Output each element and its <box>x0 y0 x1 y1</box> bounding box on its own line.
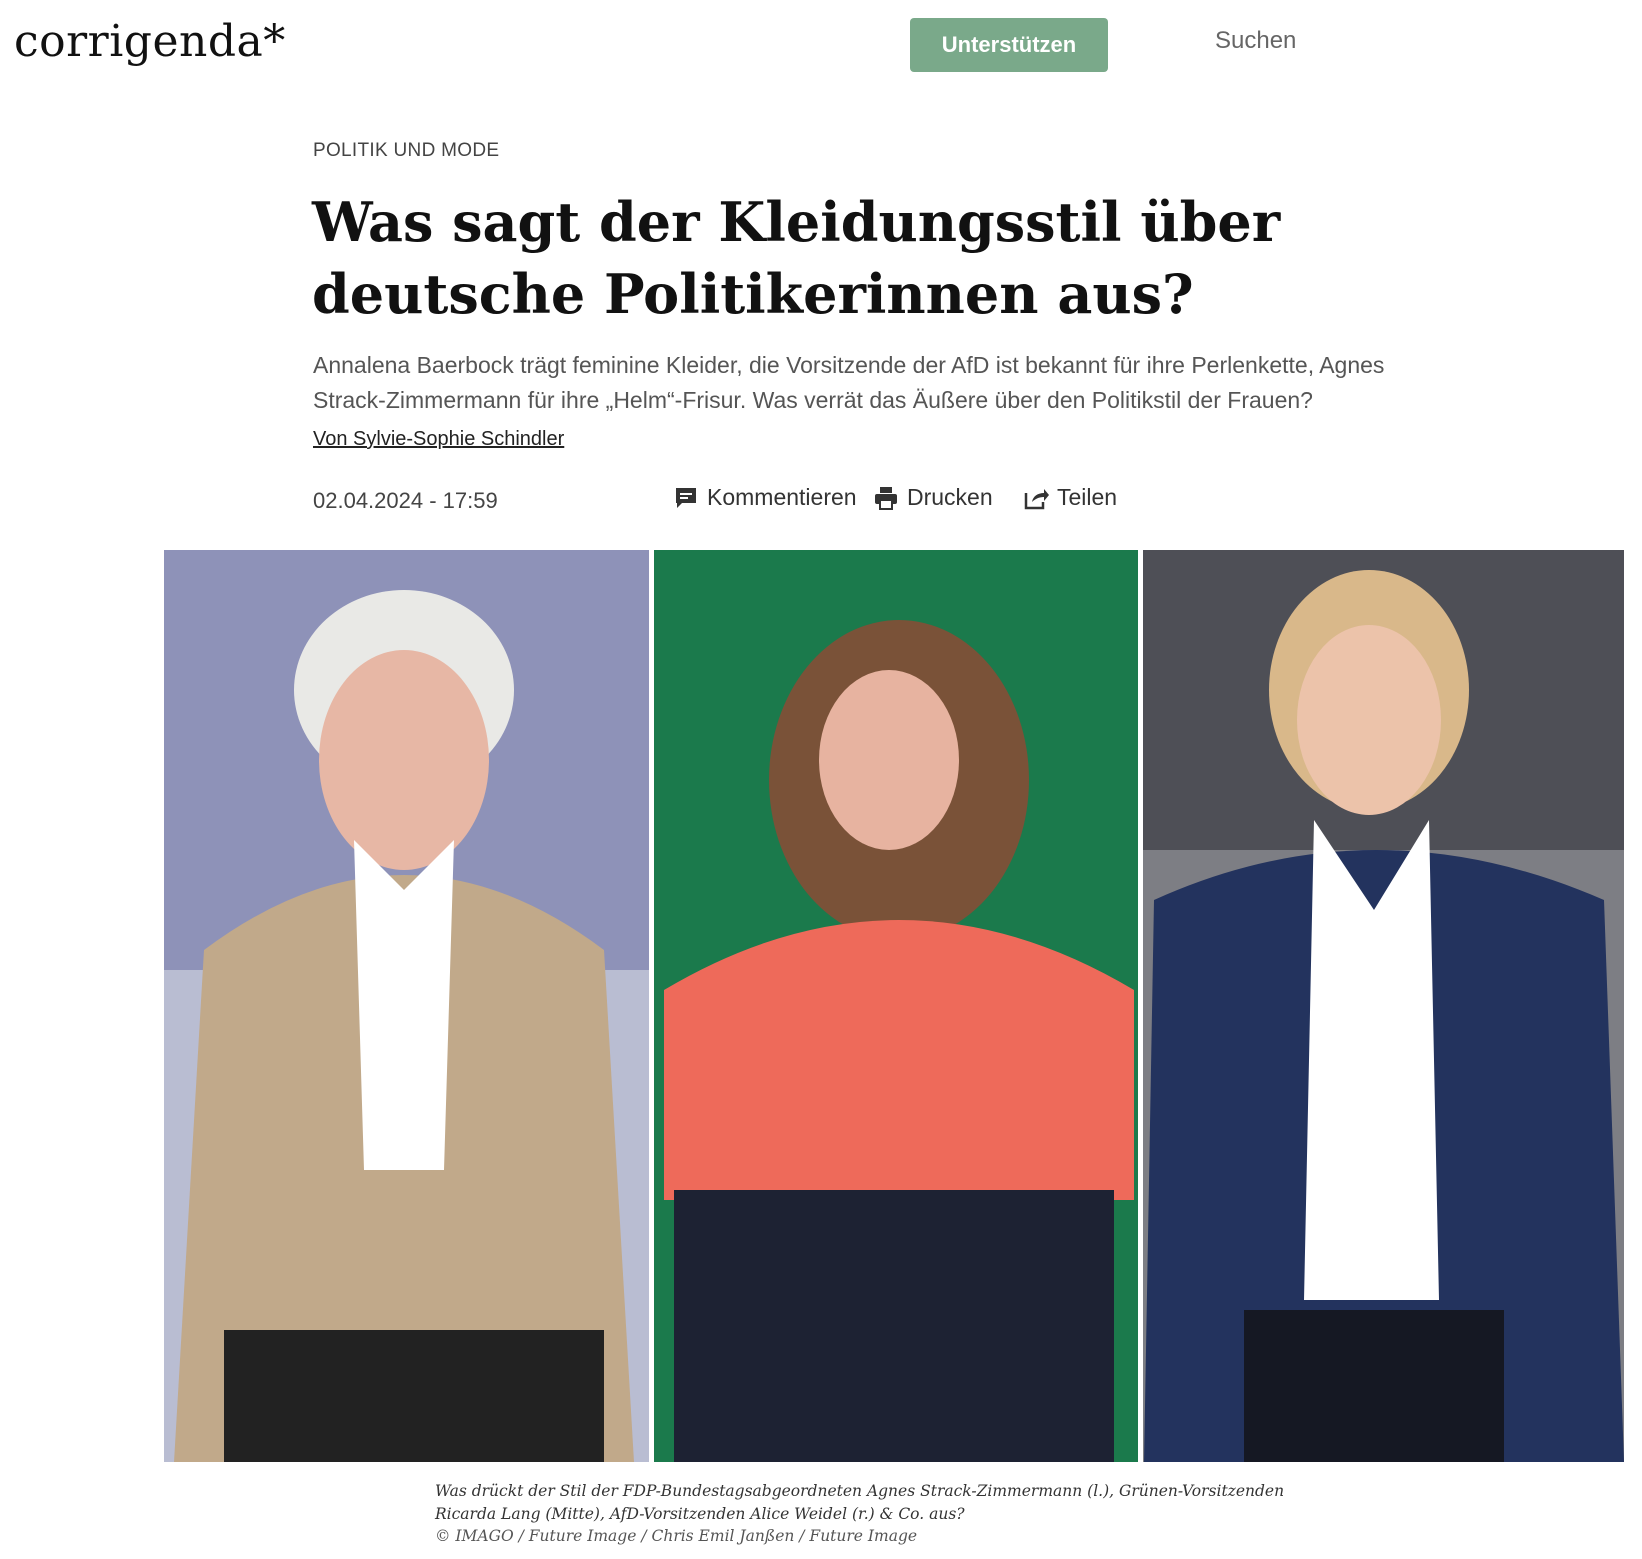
printer-icon <box>873 485 899 511</box>
article-kicker[interactable]: POLITIK UND MODE <box>313 140 499 162</box>
author-byline[interactable]: Von Sylvie-Sophie Schindler <box>313 428 564 451</box>
article-lead: Annalena Baerbock trägt feminine Kleider… <box>313 352 1385 413</box>
portrait-left <box>164 550 649 1462</box>
share-icon <box>1023 485 1049 511</box>
print-label: Drucken <box>907 484 993 510</box>
comment-label: Kommentieren <box>707 484 857 510</box>
comment-icon <box>673 485 699 511</box>
article-headline: Was sagt der Kleidungsstil über deutsche… <box>312 190 1281 326</box>
article-hero-image <box>164 550 1624 1462</box>
article-meta: 02.04.2024 - 17:59 Kommentieren Drucken … <box>313 484 1213 518</box>
publish-date: 02.04.2024 - 17:59 <box>313 488 498 513</box>
search-link[interactable]: Suchen <box>1215 27 1296 55</box>
share-button[interactable]: Teilen <box>1023 484 1117 511</box>
print-button[interactable]: Drucken <box>873 484 993 511</box>
image-caption: Was drückt der Stil der FDP-Bundestagsab… <box>435 1482 1285 1523</box>
site-logo[interactable]: corrigenda* <box>14 10 286 74</box>
support-button[interactable]: Unterstützen <box>910 18 1108 72</box>
image-credit: © IMAGO / Future Image / Chris Emil Janß… <box>435 1527 918 1545</box>
portrait-right <box>1143 550 1624 1462</box>
portrait-middle <box>654 550 1138 1462</box>
share-label: Teilen <box>1057 484 1118 510</box>
comment-button[interactable]: Kommentieren <box>673 484 857 511</box>
